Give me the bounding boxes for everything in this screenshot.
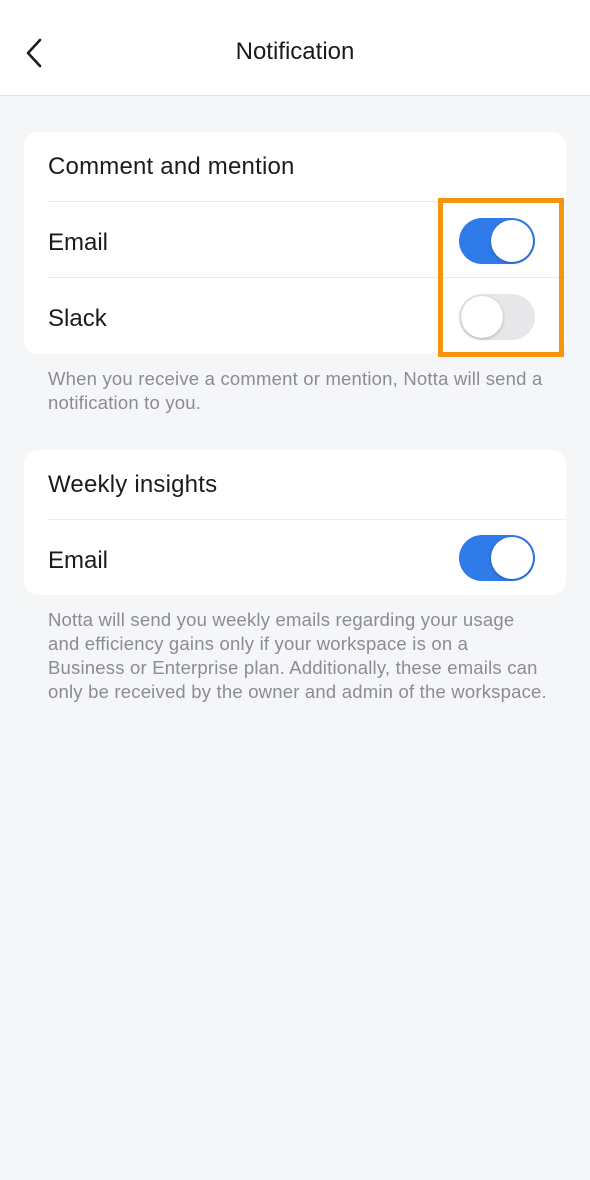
page-title: Notification [235,38,355,65]
comment-mention-helper-text: When you receive a comment or mention, N… [48,368,543,413]
weekly-email-toggle[interactable] [459,535,535,581]
toggle-knob [491,537,533,579]
row-label-slack: Slack [48,305,107,332]
top-bar: Notification [0,0,590,96]
comment-mention-card: Comment and mention Email Slack [24,132,566,354]
row-weekly-email: Email [48,519,566,595]
weekly-insights-helper-text: Notta will send you weekly emails regard… [48,609,547,702]
toggle-knob [461,296,503,338]
weekly-insights-card: Weekly insights Email [24,450,566,595]
row-comment-slack: Slack [48,277,566,354]
row-label-email: Email [48,547,109,574]
section-title-weekly-insights: Weekly insights [48,471,218,498]
row-label-email: Email [48,229,109,256]
comment-slack-toggle[interactable] [459,294,535,340]
section-title-comment-mention: Comment and mention [48,153,295,180]
comment-email-toggle[interactable] [459,218,535,264]
toggle-knob [491,220,533,262]
row-comment-email: Email [48,201,566,278]
